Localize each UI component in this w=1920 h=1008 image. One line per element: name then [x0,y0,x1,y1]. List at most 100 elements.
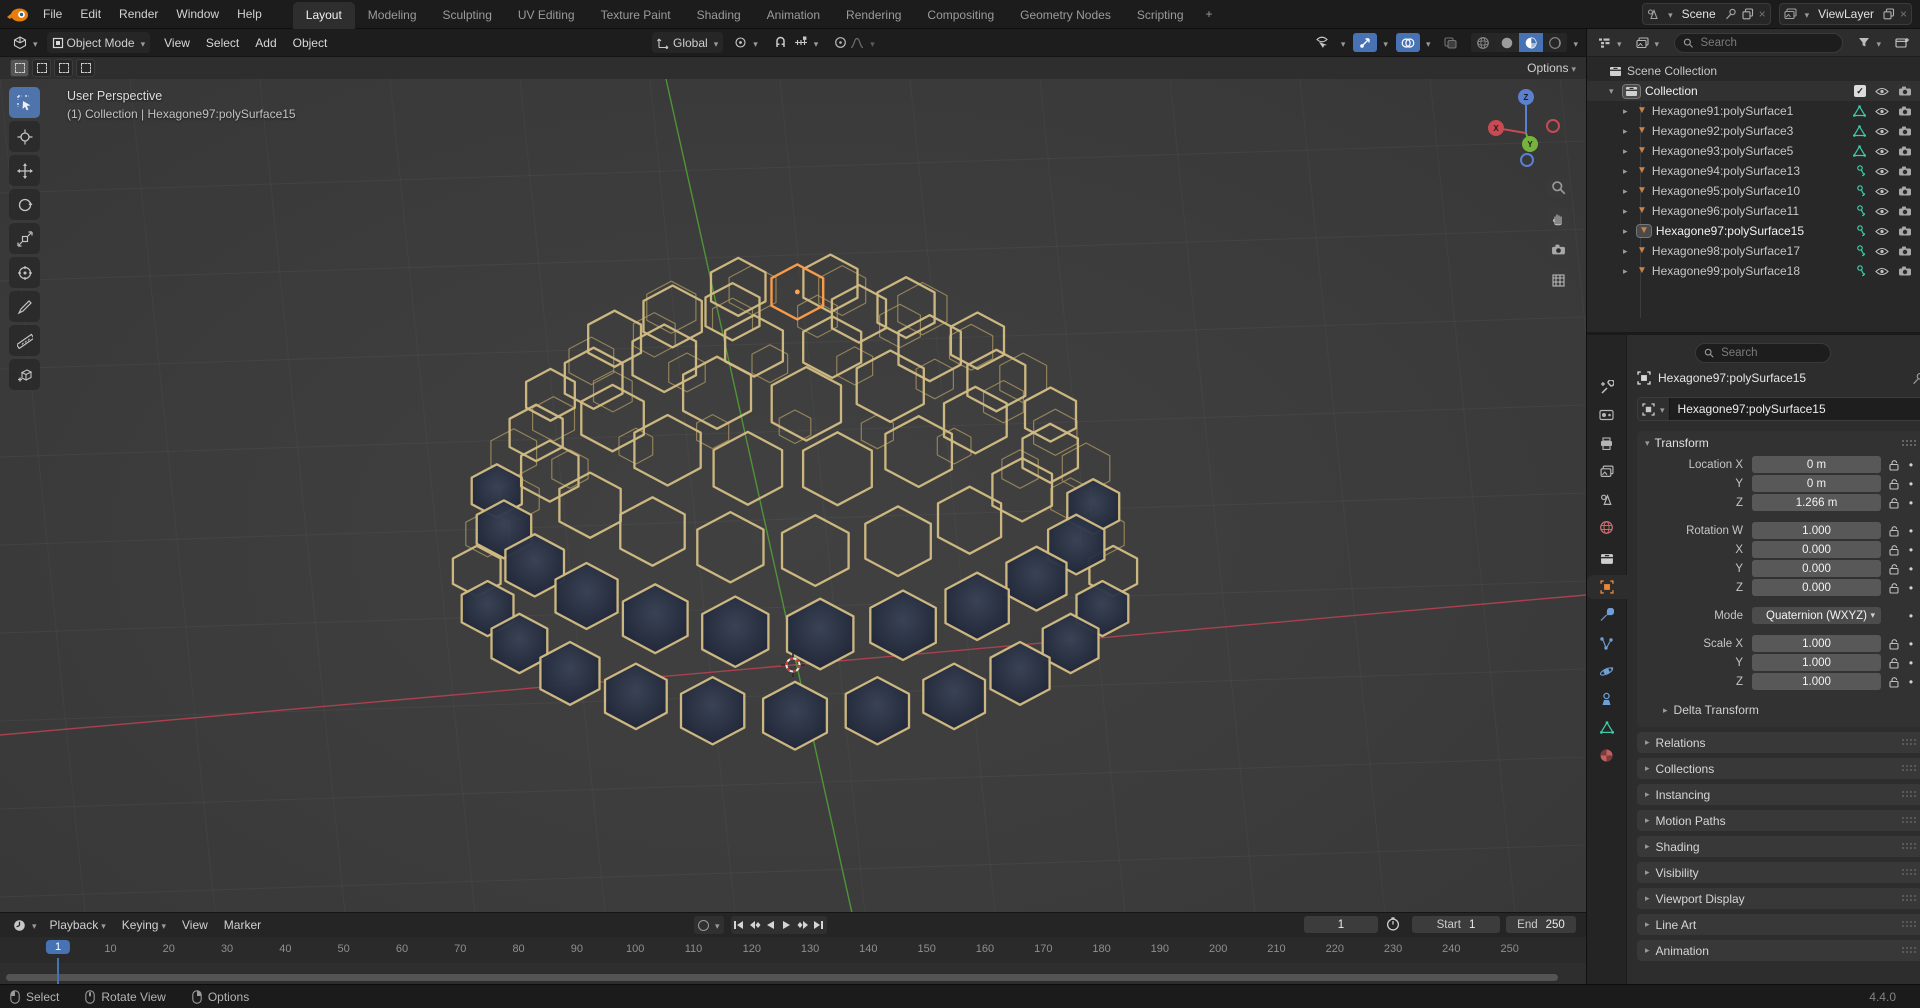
gizmo-x-neg-axis[interactable] [1546,119,1560,133]
scene-selector[interactable]: Scene × [1642,3,1771,25]
properties-search[interactable] [1695,343,1831,363]
hide-eye-icon[interactable] [1875,87,1889,96]
outliner-search-input[interactable] [1699,36,1835,50]
render-visibility-icon[interactable] [1898,166,1912,176]
proportional-editing[interactable] [829,32,880,53]
timeline-menu-item[interactable]: Playback [42,918,114,932]
tool-scale[interactable] [9,223,40,254]
menu-item[interactable]: Help [228,7,271,21]
gizmo-z-axis[interactable]: Z [1518,89,1534,105]
delta-transform-panel[interactable]: ▸Delta Transform [1663,703,1920,717]
properties-search-input[interactable] [1719,346,1822,360]
collapsed-panel[interactable]: ▸Animation [1637,940,1920,961]
jump-to-start-button[interactable] [731,916,747,934]
value-field[interactable]: 0 m [1752,475,1881,492]
xray-toggle[interactable] [1438,33,1462,52]
value-field[interactable]: 1.000 [1752,635,1881,652]
render-visibility-icon[interactable] [1898,266,1912,276]
outliner-object-row[interactable]: ▸ ▼ Hexagone93:polySurface5 [1587,141,1920,161]
frame-start-field[interactable]: Start1 [1412,916,1500,933]
add-workspace-button[interactable]: + [1197,1,1222,28]
tab-particles[interactable] [1590,631,1624,655]
tool-rotate[interactable] [9,189,40,220]
zoom-tool-icon[interactable] [1546,175,1570,199]
animate-dot-icon[interactable] [1907,656,1915,670]
blender-logo[interactable] [6,6,30,23]
use-preview-range-toggle[interactable] [1386,917,1400,931]
tab-scene[interactable] [1590,487,1624,511]
jump-to-end-button[interactable] [811,916,827,934]
lock-icon[interactable] [1888,582,1900,594]
tool-transform[interactable] [9,257,40,288]
expand-icon[interactable]: ▸ [1623,246,1628,257]
frame-end-field[interactable]: End250 [1506,916,1576,933]
outliner-object-row[interactable]: ▸ ▼ Hexagone99:polySurface18 [1587,261,1920,281]
lock-icon[interactable] [1888,563,1900,575]
outliner-search[interactable] [1674,33,1843,53]
value-field[interactable]: 1.000 [1752,654,1881,671]
outliner-object-row[interactable]: ▸ ▼ Hexagone97:polySurface15 [1587,221,1920,241]
select-mode-invert-button[interactable] [76,59,95,77]
tool-move[interactable] [9,155,40,186]
viewlayer-selector[interactable]: ViewLayer × [1779,3,1912,25]
tab-collection[interactable] [1590,547,1624,571]
overlays-toggle[interactable] [1396,33,1420,52]
workspace-tab[interactable]: Scripting [1124,2,1197,29]
expand-icon[interactable]: ▸ [1623,146,1628,157]
workspace-tab[interactable]: Modeling [355,2,430,29]
lock-icon[interactable] [1888,459,1900,471]
value-field[interactable]: 0.000 [1752,541,1881,558]
outliner-object-row[interactable]: ▸ ▼ Hexagone91:polySurface1 [1587,101,1920,121]
timeline-menu-item[interactable]: View [174,918,216,932]
tab-render[interactable] [1590,403,1624,427]
hide-eye-icon[interactable] [1875,107,1889,116]
lock-icon[interactable] [1888,525,1900,537]
expand-icon[interactable]: ▸ [1623,186,1628,197]
play-reverse-button[interactable] [763,916,779,934]
collapsed-panel[interactable]: ▸Visibility [1637,862,1920,883]
close-icon[interactable]: × [1900,7,1907,21]
animate-dot-icon[interactable] [1907,496,1915,510]
play-button[interactable] [779,916,795,934]
viewport-menu-item[interactable]: View [156,36,198,50]
value-field[interactable]: 1.000 [1752,673,1881,690]
outliner-object-row[interactable]: ▸ ▼ Hexagone96:polySurface11 [1587,201,1920,221]
scene-collection-row[interactable]: Scene Collection [1587,61,1920,81]
menu-item[interactable]: Edit [71,7,110,21]
snap-controls[interactable] [769,32,824,53]
render-visibility-icon[interactable] [1898,146,1912,156]
value-field[interactable]: 0 m [1752,456,1881,473]
render-visibility-icon[interactable] [1898,86,1912,96]
expand-icon[interactable]: ▸ [1623,106,1628,117]
select-mode-new-button[interactable] [10,59,29,77]
hide-eye-icon[interactable] [1875,267,1889,276]
hide-eye-icon[interactable] [1875,167,1889,176]
expand-icon[interactable]: ▸ [1623,166,1628,177]
pan-hand-icon[interactable] [1546,206,1570,230]
animate-dot-icon[interactable] [1907,562,1915,576]
collapsed-panel[interactable]: ▸Relations [1637,732,1920,753]
timeline-ruler[interactable]: 1102030405060708090100110120130140150160… [0,937,1586,964]
outliner-object-row[interactable]: ▸ ▼ Hexagone98:polySurface17 [1587,241,1920,261]
options-dropdown[interactable]: Options [1527,61,1576,75]
lock-icon[interactable] [1888,544,1900,556]
collapsed-panel[interactable]: ▸Line Art [1637,914,1920,935]
collapsed-panel[interactable]: ▸Shading [1637,836,1920,857]
tab-object[interactable] [1587,575,1627,599]
menu-item[interactable]: Render [110,7,167,21]
outliner-display-mode-dropdown[interactable] [1631,32,1665,53]
expand-icon[interactable]: ▸ [1623,266,1628,277]
gizmo-z-neg-axis[interactable] [1520,153,1534,167]
hide-eye-icon[interactable] [1875,187,1889,196]
orientation-dropdown[interactable]: Global [652,32,723,53]
mode-dropdown[interactable]: Object Mode [47,32,151,53]
new-collection-button[interactable] [1890,32,1914,53]
workspace-tab[interactable]: Layout [293,2,355,29]
value-field[interactable]: 1.000 [1752,522,1881,539]
menu-item[interactable]: File [34,7,71,21]
tab-tool[interactable] [1590,375,1624,399]
collapsed-panel[interactable]: ▸Motion Paths [1637,810,1920,831]
gizmos-toggle[interactable] [1353,33,1377,52]
select-mode-extend-button[interactable] [32,59,51,77]
workspace-tab[interactable]: Rendering [833,2,914,29]
